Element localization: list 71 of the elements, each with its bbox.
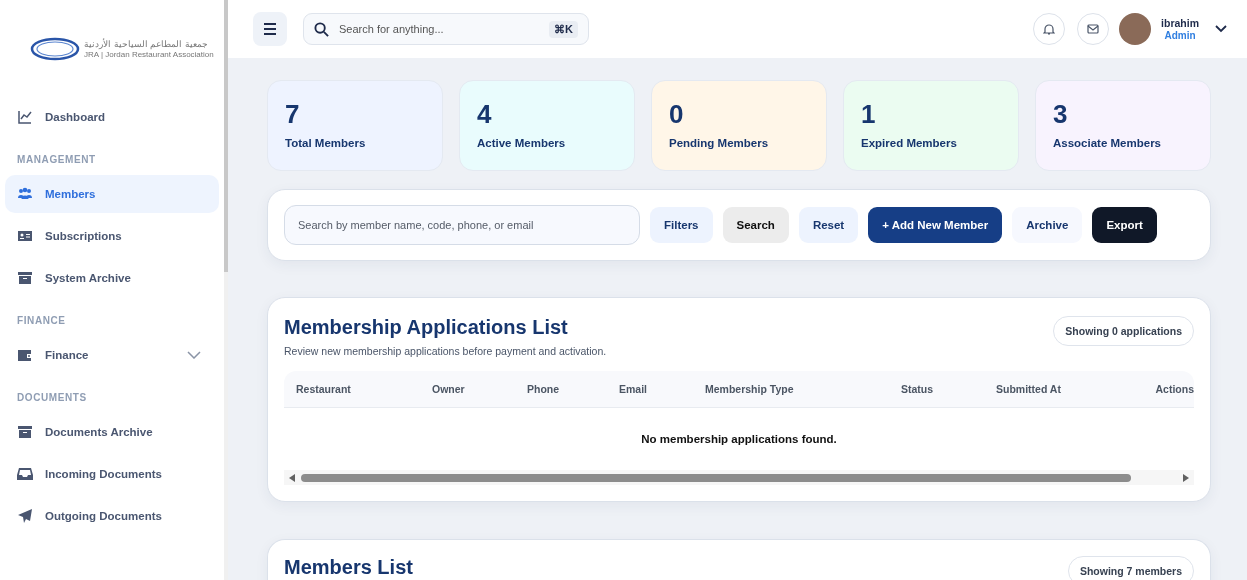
chevron-down-icon[interactable] (1215, 25, 1227, 33)
stat-label: Associate Members (1053, 137, 1163, 149)
inbox-icon (17, 466, 33, 482)
user-name: ibrahim (1161, 17, 1199, 29)
sidebar-item[interactable]: Finance (5, 336, 219, 374)
stat-label: Total Members (285, 137, 367, 149)
wallet-icon (17, 347, 33, 363)
menu-icon (263, 23, 277, 35)
sidebar-item[interactable]: Outgoing Documents (5, 497, 219, 535)
stat-label: Active Members (477, 137, 567, 149)
user-role: Admin (1164, 30, 1196, 41)
shortcut-badge: ⌘K (549, 20, 578, 38)
card-icon (17, 228, 33, 244)
toolbar-button[interactable]: Export (1092, 207, 1157, 243)
sidebar-section-heading: FINANCE (16, 314, 67, 328)
box-icon (17, 424, 33, 440)
empty-message: No membership applications found. (640, 432, 838, 447)
horizontal-scrollbar[interactable] (284, 470, 1194, 485)
column-header: Membership Type (705, 383, 795, 395)
messages-button[interactable] (1077, 13, 1110, 45)
column-header: Actions (1154, 383, 1194, 395)
sidebar-section-heading: MANAGEMENT (16, 153, 97, 167)
toolbar-button[interactable]: Filters (650, 207, 713, 243)
scroll-right-arrow-icon[interactable] (1183, 473, 1189, 482)
card-title: Members List (284, 556, 413, 579)
logo-rings-icon (30, 37, 80, 61)
toolbar-button[interactable]: Archive (1012, 207, 1083, 243)
toolbar-button[interactable]: Reset (798, 207, 859, 243)
chart-icon (17, 109, 33, 125)
column-header: Status (901, 383, 935, 395)
toolbar-button[interactable]: Search (722, 207, 789, 243)
column-header: Phone (527, 383, 561, 395)
column-header: Email (619, 383, 648, 395)
sidebar-item[interactable]: System Archive (5, 259, 219, 297)
sidebar-item[interactable]: Subscriptions (5, 217, 219, 255)
user-avatar[interactable] (1119, 13, 1152, 45)
stat-value: 0 (669, 101, 685, 127)
stat-value: 4 (477, 101, 493, 127)
search-icon (314, 21, 329, 37)
sidebar-item[interactable]: Members (5, 175, 219, 213)
stat-value: 1 (861, 101, 877, 127)
card-subtitle: Review new membership applications before payment and activation. (284, 345, 607, 357)
column-header: Owner (432, 383, 466, 395)
chevron-down-icon (187, 351, 201, 359)
scroll-left-arrow-icon[interactable] (289, 473, 295, 482)
member-search-field[interactable]: Search by member name, code, phone, or email (284, 205, 640, 245)
bell-icon (1043, 22, 1056, 36)
stat-label: Pending Members (669, 137, 770, 149)
stat-label: Expired Members (861, 137, 958, 149)
logo-arabic-name: جمعية المطاعم السياحية الأردنية (84, 39, 209, 49)
count-badge: Showing 0 applications (1053, 316, 1194, 346)
users-icon (17, 186, 33, 202)
toolbar-button[interactable]: + Add New Member (868, 207, 1003, 243)
sidebar-section-heading: DOCUMENTS (16, 391, 88, 405)
search-field[interactable]: Search for anything... ⌘K (303, 13, 589, 45)
count-badge: Showing 7 members (1067, 556, 1194, 580)
stat-value: 7 (285, 101, 301, 127)
sidebar-item[interactable]: Documents Archive (5, 413, 219, 451)
card-title: Membership Applications List (284, 316, 569, 339)
search-input[interactable]: Search for anything... (337, 22, 542, 36)
column-header: Restaurant (296, 383, 352, 395)
column-header: Submitted At (996, 383, 1062, 395)
envelope-icon (1087, 24, 1100, 34)
logo-english-name: JRA | Jordan Restaurant Association (84, 50, 214, 59)
stat-value: 3 (1053, 101, 1069, 127)
box-icon (17, 270, 33, 286)
sidebar-item[interactable]: Incoming Documents (5, 455, 219, 493)
plane-icon (17, 508, 33, 524)
sidebar-item[interactable]: Dashboard (5, 98, 219, 136)
menu-button[interactable] (253, 12, 287, 46)
notifications-button[interactable] (1033, 13, 1066, 45)
